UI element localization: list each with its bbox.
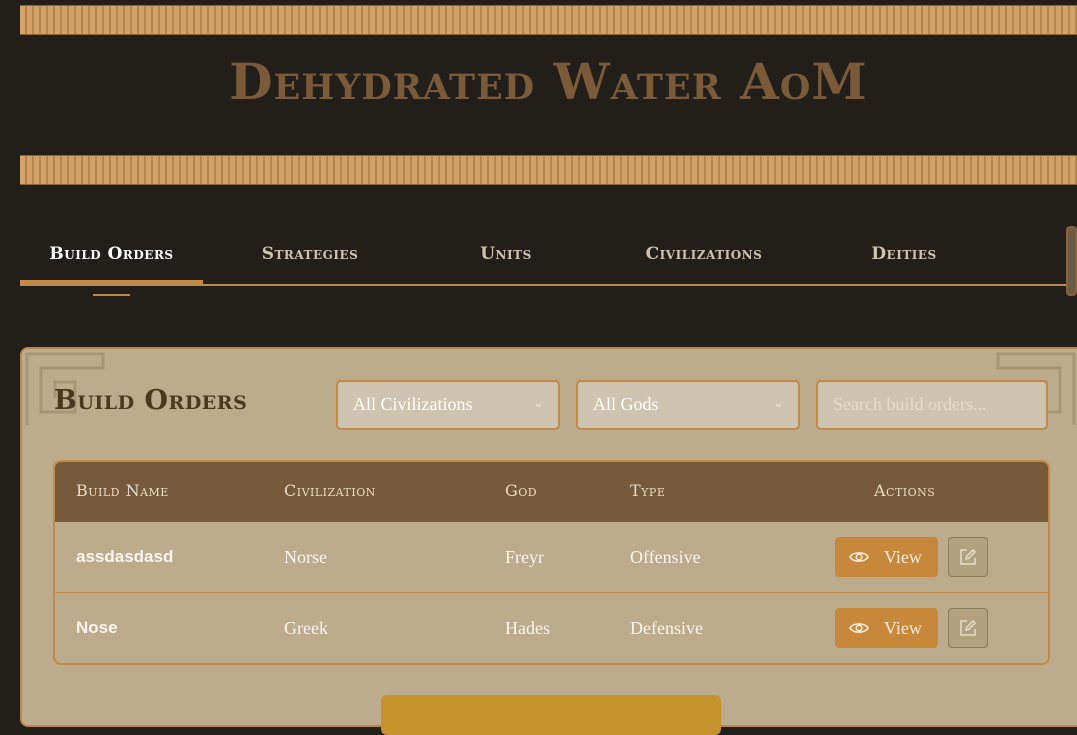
scrollbar-thumb[interactable] [1066,226,1077,296]
god-filter-value: All Gods [593,394,659,414]
god-cell: Freyr [505,547,544,567]
site-title: Dehydrated Water AoM [229,52,868,111]
nav-indicator [93,294,130,296]
table-header: Build Name Civilization God Type Actions [55,462,1048,522]
edit-icon [960,548,977,565]
view-button-label: View [884,547,922,567]
column-header-build-name: Build Name [76,481,169,500]
civilization-filter-value: All Civilizations [353,394,473,414]
edit-button[interactable] [948,537,988,577]
god-cell: Hades [505,618,550,638]
build-name-cell: assdasdasd [76,547,174,566]
chevron-down-icon: ⌄ [533,396,544,411]
column-header-civilization: Civilization [284,481,376,500]
view-button[interactable]: View [835,537,938,577]
decorative-border-bottom [20,155,1077,185]
decorative-border-top [20,5,1077,35]
view-button-label: View [884,618,922,638]
main-nav: Build Orders Strategies Units Civilizati… [20,226,1077,286]
column-header-actions: Actions [874,481,936,500]
tab-strategies[interactable]: Strategies [211,226,409,284]
table-row: Nose Greek Hades Defensive View [55,593,1048,663]
column-header-type: Type [630,481,666,500]
type-cell: Defensive [630,618,703,638]
create-build-order-button[interactable] [381,695,721,735]
build-orders-panel: Build Orders All Civilizations ⌄ All God… [20,347,1077,735]
search-placeholder: Search build orders... [833,394,987,414]
tab-civilizations[interactable]: Civilizations [606,226,802,284]
build-orders-table: Build Name Civilization God Type Actions… [53,460,1050,665]
chevron-down-icon: ⌄ [773,396,784,411]
column-header-god: God [505,481,538,500]
civilization-cell: Norse [284,547,327,567]
tab-deities[interactable]: Deities [806,226,1002,284]
table-row: assdasdasd Norse Freyr Offensive View [55,522,1048,593]
eye-icon [849,552,869,562]
god-filter-select[interactable]: All Gods ⌄ [576,380,800,430]
tab-units[interactable]: Units [410,226,602,284]
edit-button[interactable] [948,608,988,648]
search-input[interactable]: Search build orders... [816,380,1048,430]
panel-title: Build Orders [54,385,248,416]
build-name-cell: Nose [76,618,118,637]
civilization-cell: Greek [284,618,328,638]
civilization-filter-select[interactable]: All Civilizations ⌄ [336,380,560,430]
tab-build-orders[interactable]: Build Orders [20,226,203,284]
type-cell: Offensive [630,547,701,567]
edit-icon [960,619,977,636]
view-button[interactable]: View [835,608,938,648]
eye-icon [849,623,869,633]
